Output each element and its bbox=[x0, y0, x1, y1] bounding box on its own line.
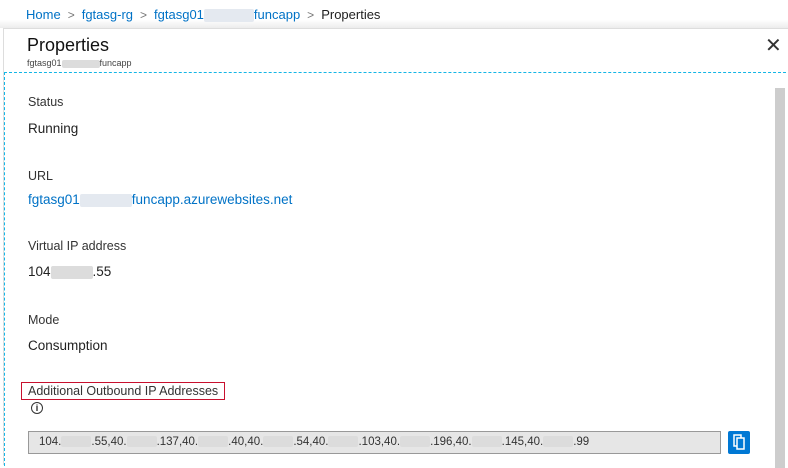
ip-segment: .99 bbox=[573, 436, 590, 448]
breadcrumb-bar: Home > fgtasg-rg > fgtasg01 funcapp > Proper… bbox=[0, 0, 788, 28]
status-label: Status bbox=[28, 95, 64, 109]
ip-segment: .40,40. bbox=[228, 436, 264, 448]
outbound-ip-label: Additional Outbound IP Addresses bbox=[21, 382, 226, 400]
vip-suffix: .55 bbox=[92, 264, 112, 279]
outbound-ip-field[interactable]: 104. .55,40. .137,40. .40,40. .54,40. .103,40… bbox=[28, 431, 721, 454]
redacted bbox=[50, 265, 93, 279]
subtitle-prefix: fgtasg01 bbox=[27, 58, 62, 68]
ip-segment: .196,40. bbox=[430, 436, 472, 448]
ip-segment: .103,40. bbox=[358, 436, 401, 448]
vip-prefix: 104 bbox=[28, 264, 51, 279]
url-label: URL bbox=[28, 169, 54, 183]
chevron-right-icon: > bbox=[140, 7, 148, 22]
scrollbar[interactable] bbox=[775, 88, 785, 468]
breadcrumb-current: Properties bbox=[321, 7, 381, 23]
redacted bbox=[543, 436, 574, 448]
properties-panel: Properties fgtasg01 funcapp ✕ Status Runn… bbox=[3, 28, 788, 468]
properties-content: Status Running URL fgtasg01 funcapp.azure… bbox=[4, 72, 786, 468]
redacted bbox=[471, 436, 502, 448]
ip-segment: .145,40. bbox=[501, 436, 544, 448]
mode-value: Consumption bbox=[28, 338, 108, 353]
redacted bbox=[203, 9, 254, 23]
redacted bbox=[79, 193, 132, 207]
redacted bbox=[61, 436, 92, 448]
url-suffix: funcapp.azurewebsites.net bbox=[131, 192, 293, 207]
breadcrumb-function-app[interactable]: fgtasg01 funcapp bbox=[154, 7, 301, 23]
redacted bbox=[400, 436, 431, 448]
page-title: Properties bbox=[27, 35, 110, 55]
url-prefix: fgtasg01 bbox=[28, 192, 80, 207]
redacted bbox=[126, 436, 157, 448]
breadcrumb-home[interactable]: Home bbox=[26, 7, 61, 22]
breadcrumb-app-suffix: funcapp bbox=[253, 7, 301, 22]
ip-segment: .54,40. bbox=[293, 436, 329, 448]
page-subtitle: fgtasg01 funcapp bbox=[27, 58, 132, 68]
redacted bbox=[198, 436, 229, 448]
copy-icon bbox=[733, 434, 745, 450]
breadcrumb-resource-group[interactable]: fgtasg-rg bbox=[82, 7, 133, 22]
breadcrumb: Home > fgtasg-rg > fgtasg01 funcapp > Proper… bbox=[26, 7, 381, 23]
chevron-right-icon: > bbox=[67, 7, 75, 22]
mode-label: Mode bbox=[28, 313, 60, 327]
info-icon[interactable]: i bbox=[31, 402, 43, 414]
redacted bbox=[61, 59, 100, 68]
vip-label: Virtual IP address bbox=[28, 239, 127, 253]
ip-segment: .55,40. bbox=[91, 436, 127, 448]
ip-segment: 104. bbox=[39, 436, 62, 448]
vip-value: 104.55 bbox=[28, 264, 111, 279]
copy-button[interactable] bbox=[728, 431, 750, 454]
status-value: Running bbox=[28, 121, 79, 136]
redacted bbox=[328, 436, 359, 448]
close-icon[interactable]: ✕ bbox=[765, 33, 782, 58]
chevron-right-icon: > bbox=[307, 7, 315, 22]
redacted bbox=[263, 436, 294, 448]
url-link[interactable]: fgtasg01 funcapp.azurewebsites.net bbox=[28, 192, 292, 207]
ip-segment: .137,40. bbox=[156, 436, 199, 448]
subtitle-suffix: funcapp bbox=[99, 58, 132, 68]
breadcrumb-app-prefix: fgtasg01 bbox=[154, 7, 204, 22]
